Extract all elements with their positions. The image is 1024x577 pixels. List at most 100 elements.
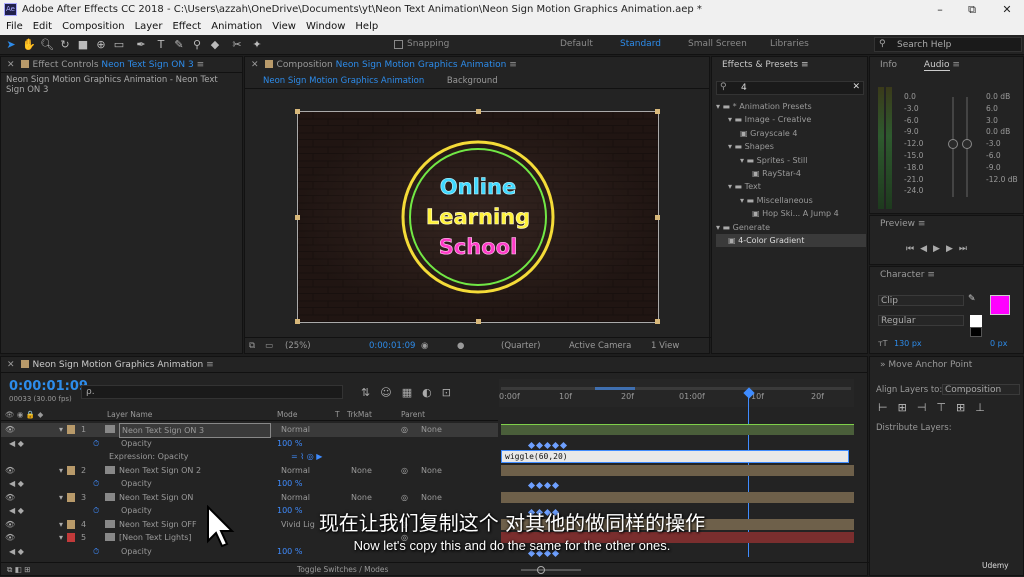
panel-menu-icon[interactable]: ≡ — [918, 219, 926, 229]
tab-info[interactable]: Info — [880, 60, 897, 70]
menu-effect[interactable]: Effect — [172, 21, 201, 32]
prev-frame-icon[interactable]: ◀ — [920, 244, 933, 254]
audio-knob[interactable] — [948, 139, 958, 149]
black-swatch[interactable] — [970, 327, 982, 337]
column-mode[interactable]: Mode — [277, 409, 297, 421]
brush-tool-icon[interactable]: ✎ — [172, 38, 186, 52]
effects-tree-folder[interactable]: ▾ ▬ Miscellaneous — [716, 194, 866, 207]
keyframe-nav-icon[interactable]: ◀ ◆ — [9, 477, 24, 490]
effects-tree-folder[interactable]: ▾ ▬ Shapes — [716, 140, 866, 153]
menu-help[interactable]: Help — [355, 21, 378, 32]
search-help-field[interactable]: ⚲ Search Help — [874, 37, 1022, 52]
layer-mode[interactable]: Normal — [281, 423, 310, 436]
close-panel-icon[interactable]: ✕ — [251, 60, 259, 70]
first-frame-icon[interactable]: ⏮ — [906, 244, 920, 254]
effects-tree-folder[interactable]: ▾ ▬ Text — [716, 180, 866, 193]
font-size-value[interactable]: 130 px — [894, 339, 922, 348]
stopwatch-icon[interactable]: ⏱ — [93, 437, 99, 450]
effects-tree-folder[interactable]: ▾ ▬ * Animation Presets — [716, 100, 866, 113]
puppet-tool-icon[interactable]: ✦ — [250, 38, 264, 52]
expression-controls-icon[interactable]: = ⌇ ◎ ▶ — [291, 450, 322, 463]
roto-tool-icon[interactable]: ✂ — [230, 38, 244, 52]
layer-parent[interactable]: None — [421, 464, 442, 477]
always-preview-icon[interactable]: ⧉ — [249, 338, 255, 354]
expression-field[interactable]: wiggle(60,20) — [501, 450, 849, 463]
hand-tool-icon[interactable]: ✋ — [22, 38, 36, 52]
effects-tree-item[interactable]: ▣ RayStar-4 — [716, 167, 866, 180]
menu-file[interactable]: File — [6, 21, 23, 32]
layer-row[interactable]: 👁 ▾ 1 Neon Text Sign ON 3 Normal ◎ None — [1, 423, 498, 438]
visibility-icon[interactable]: 👁 — [5, 491, 15, 504]
expand-arrow-icon[interactable]: ▾ — [59, 464, 63, 477]
panel-menu-icon[interactable]: ≡ — [927, 270, 935, 280]
parent-pickwhip-icon[interactable]: ◎ — [401, 491, 408, 504]
zoom-dropdown[interactable]: (25%) — [285, 338, 311, 354]
layer-mode[interactable]: Normal — [281, 464, 310, 477]
next-frame-icon[interactable]: ▶ — [946, 244, 959, 254]
shy-icon[interactable]: ☺ — [380, 386, 401, 399]
panel-menu-icon[interactable]: ≡ — [509, 60, 517, 70]
effects-tree-item[interactable]: ▣ Hop Ski... A Jump 4 — [716, 207, 866, 220]
pen-tool-icon[interactable]: ✒ — [134, 38, 148, 52]
keyframe-icon[interactable] — [559, 441, 568, 449]
footer-icons[interactable]: ⧉ ◧ ⊞ — [7, 563, 31, 577]
keyframe-icon[interactable] — [535, 441, 544, 449]
frame-blend-icon[interactable]: ▦ — [402, 386, 422, 399]
menu-window[interactable]: Window — [306, 21, 345, 32]
draft-3d-icon[interactable]: ⇅ — [361, 386, 380, 399]
layer-trkmat[interactable]: None — [351, 491, 372, 504]
effects-search-field[interactable]: ⚲ 4 ✕ — [716, 81, 864, 95]
pan-behind-tool-icon[interactable]: ⊕ — [94, 38, 108, 52]
column-trkmat[interactable]: TrkMat — [347, 409, 372, 421]
keyframe-icon[interactable] — [543, 481, 552, 490]
snapshot-icon[interactable]: ◉ — [421, 338, 428, 354]
rect-tool-icon[interactable]: ▭ — [112, 38, 126, 52]
timeline-search-field[interactable]: ρ. — [81, 385, 343, 399]
timeline-zoom-slider[interactable] — [521, 569, 581, 571]
layer-mode[interactable]: Normal — [281, 491, 310, 504]
menu-composition[interactable]: Composition — [62, 21, 124, 32]
menu-edit[interactable]: Edit — [33, 21, 52, 32]
property-value[interactable]: 100 % — [277, 477, 302, 490]
panel-menu-icon[interactable]: ≡ — [206, 360, 214, 370]
visibility-icon[interactable]: 👁 — [5, 464, 15, 477]
parent-pickwhip-icon[interactable]: ◎ — [401, 464, 408, 477]
property-value[interactable]: 100 % — [277, 437, 302, 450]
eraser-tool-icon[interactable]: ◆ — [208, 38, 222, 52]
layer-name[interactable]: Neon Text Sign ON — [119, 491, 193, 504]
label-color-swatch[interactable] — [67, 492, 75, 502]
eyedropper-icon[interactable]: ✎ — [968, 294, 976, 304]
effects-tree-folder[interactable]: ▾ ▬ Sprites - Still — [716, 154, 866, 167]
font-family-dropdown[interactable]: Clip — [878, 295, 964, 306]
panel-menu-icon[interactable]: ≡ — [952, 60, 960, 70]
motion-blur-icon[interactable]: ◐ — [422, 386, 442, 399]
menu-layer[interactable]: Layer — [135, 21, 163, 32]
keyframe-icon[interactable] — [535, 481, 544, 490]
label-color-swatch[interactable] — [67, 465, 75, 475]
column-layer-name[interactable]: Layer Name — [107, 409, 152, 421]
layer-row[interactable]: 👁 ▾ 3 Neon Text Sign ON Normal None ◎ None — [1, 491, 498, 505]
layer-duration-bar[interactable] — [501, 491, 854, 503]
clear-search-icon[interactable]: ✕ — [852, 82, 860, 92]
column-t[interactable]: T — [335, 409, 340, 421]
resolution-dropdown[interactable]: (Quarter) — [501, 338, 540, 354]
layer-row[interactable]: 👁 ▾ 2 Neon Text Sign ON 2 Normal None ◎ None — [1, 464, 498, 478]
font-style-dropdown[interactable]: Regular — [878, 315, 964, 326]
panel-menu-icon[interactable]: ≡ — [197, 60, 205, 70]
close-panel-icon[interactable]: ✕ — [7, 60, 15, 70]
layer-name[interactable]: Neon Text Sign ON 2 — [119, 464, 201, 477]
selection-tool-icon[interactable]: ➤ — [4, 38, 18, 52]
expand-arrow-icon[interactable]: ▾ — [59, 423, 63, 436]
composition-viewer[interactable]: Online Learning School — [295, 109, 660, 324]
fill-color-swatch[interactable] — [990, 295, 1010, 315]
align-vcenter-icon[interactable]: ⊞ — [956, 401, 975, 414]
white-swatch[interactable] — [970, 315, 982, 327]
keyframe-nav-icon[interactable]: ◀ ◆ — [9, 437, 24, 450]
align-to-dropdown[interactable]: Composition — [942, 384, 1020, 395]
zoom-tool-icon[interactable]: 🔍︎ — [40, 38, 54, 52]
expand-arrow-icon[interactable]: ▾ — [59, 491, 63, 504]
layer-duration-bar[interactable] — [501, 424, 854, 435]
menu-view[interactable]: View — [272, 21, 296, 32]
visibility-icon[interactable]: 👁 — [5, 423, 15, 436]
close-panel-icon[interactable]: ✕ — [7, 360, 15, 370]
